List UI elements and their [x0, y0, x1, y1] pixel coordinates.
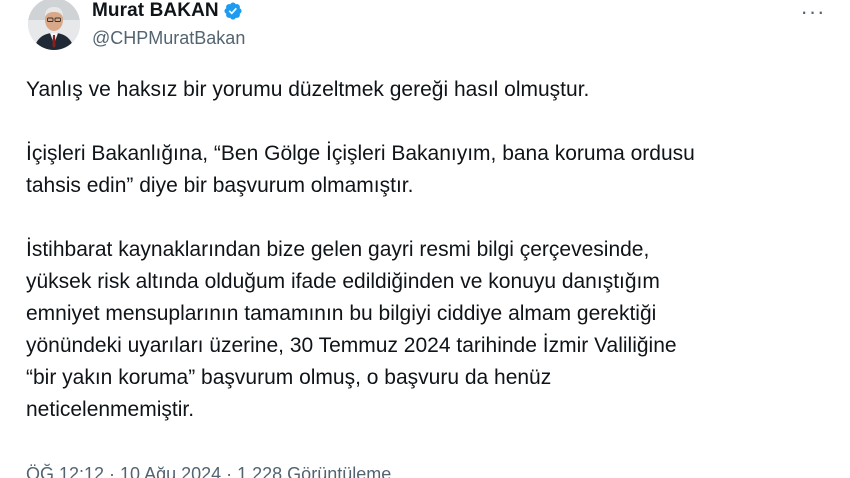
avatar-photo: [28, 0, 80, 50]
tweet-paragraph: Yanlış ve haksız bir yorumu düzeltmek ge…: [26, 78, 590, 101]
verified-badge-icon: [224, 2, 242, 20]
author-name[interactable]: Murat BAKAN: [92, 0, 219, 22]
tweet-paragraph: İçişleri Bakanlığına, “Ben Gölge İçişler…: [26, 142, 695, 197]
author-name-row[interactable]: Murat BAKAN: [92, 0, 243, 23]
tweet-text: Yanlış ve haksız bir yorumu düzeltmek ge…: [26, 74, 826, 426]
author-handle[interactable]: @CHPMuratBakan: [92, 28, 245, 49]
tweet-paragraph: İstihbarat kaynaklarından bize gelen gay…: [26, 238, 677, 421]
avatar[interactable]: [28, 0, 80, 50]
tweet-card: Murat BAKAN @CHPMuratBakan ··· Yanlış ve…: [0, 0, 850, 478]
more-options-button[interactable]: ···: [796, 0, 830, 26]
tweet-timestamp[interactable]: ÖĞ 12:12 · 10 Ağu 2024 · 1.228 Görüntüle…: [26, 464, 391, 478]
more-icon: ···: [800, 0, 826, 24]
